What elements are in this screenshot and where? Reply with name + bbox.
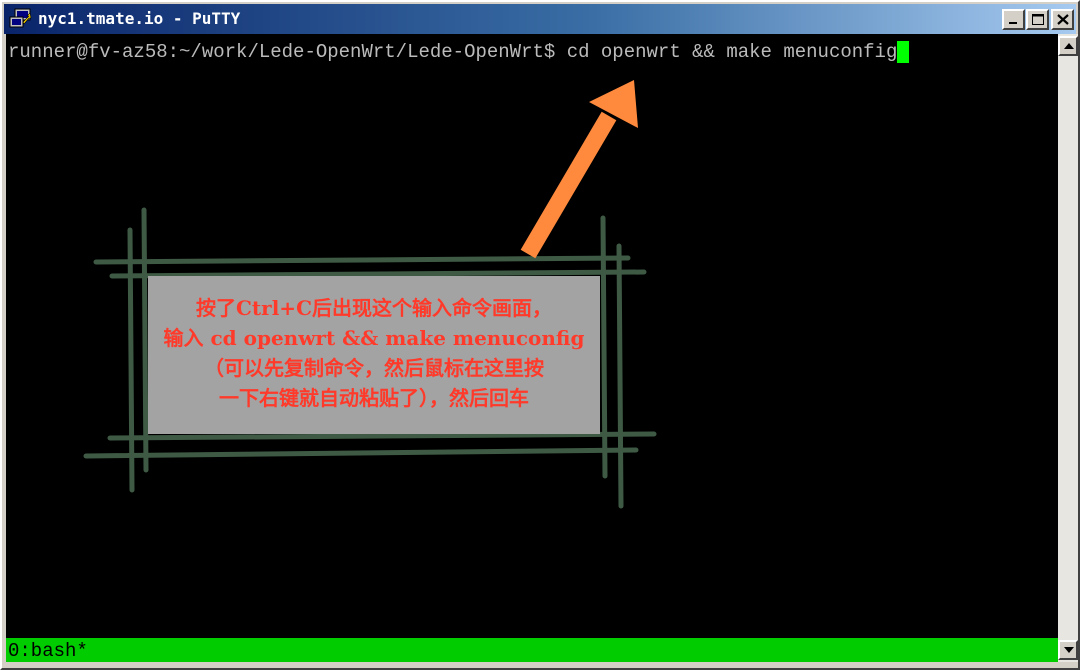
window-title: nyc1.tmate.io - PuTTY [38,9,241,28]
scroll-down-button[interactable] [1058,640,1078,660]
instruction-note: 按了Ctrl+C后出现这个输入命令画面， 输入 cd openwrt && ma… [148,276,600,434]
title-bar[interactable]: nyc1.tmate.io - PuTTY [4,4,1076,34]
note-line: 输入 cd openwrt && make menuconfig [163,326,585,350]
note-line: 按了Ctrl+C后出现这个输入命令画面， [196,296,552,320]
note-line: 一下右键就自动粘贴了），然后回车 [219,386,529,410]
maximize-button[interactable] [1026,9,1049,30]
typed-command: cd openwrt && make menuconfig [566,41,898,63]
minimize-icon [1009,22,1017,24]
putty-icon[interactable] [9,8,33,30]
close-icon [1057,14,1069,25]
maximize-icon [1032,14,1044,25]
tmux-status-bar: 0:bash* [6,638,1058,662]
command-line: runner@fv-az58:~/work/Lede-OpenWrt/Lede-… [8,41,910,63]
status-window-label: 0:bash* [8,640,88,662]
arrow-down-icon [1064,647,1074,653]
terminal-cursor [897,41,910,63]
note-line: （可以先复制命令，然后鼠标在这里按 [204,356,544,380]
vertical-scrollbar[interactable] [1058,34,1078,662]
shell-prompt: runner@fv-az58:~/work/Lede-OpenWrt/Lede-… [8,41,556,63]
arrow-up-icon [1064,43,1074,49]
instruction-text: 按了Ctrl+C后出现这个输入命令画面， 输入 cd openwrt && ma… [148,293,600,413]
close-button[interactable] [1051,9,1074,30]
minimize-button[interactable] [1002,9,1025,30]
scroll-up-button[interactable] [1058,36,1078,56]
